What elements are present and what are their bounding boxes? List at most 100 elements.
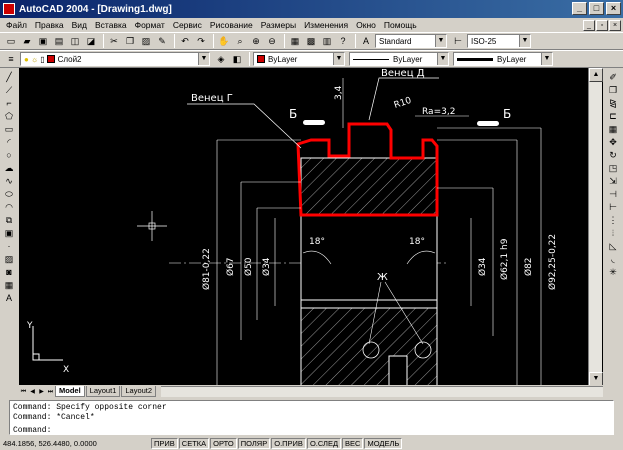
- horizontal-scrollbar[interactable]: [161, 386, 603, 397]
- line-icon[interactable]: ╱: [2, 71, 16, 84]
- tool-palettes-icon[interactable]: ▥: [320, 34, 334, 48]
- menu-modify[interactable]: Изменения: [300, 20, 352, 30]
- tab-layout1[interactable]: Layout1: [85, 386, 121, 397]
- layer-select[interactable]: ● ☼ ▯ Слой2 ▼: [20, 52, 210, 66]
- offset-icon[interactable]: ⊏: [606, 110, 620, 123]
- status-model[interactable]: МОДЕЛЬ: [364, 437, 403, 449]
- preview-icon[interactable]: ◫: [68, 34, 82, 48]
- explode-icon[interactable]: ✳: [606, 266, 620, 279]
- linetype-select[interactable]: ByLayer ▼: [349, 52, 449, 66]
- stretch-icon[interactable]: ⇲: [606, 175, 620, 188]
- rectangle-icon[interactable]: ▭: [2, 123, 16, 136]
- zoom-realtime-icon[interactable]: ⌕: [233, 34, 247, 48]
- properties-icon[interactable]: ▦: [288, 34, 302, 48]
- status-grid[interactable]: СЕТКА: [178, 437, 210, 449]
- tab-first-icon[interactable]: ⏮: [19, 387, 28, 397]
- arc-icon[interactable]: ◜: [2, 136, 16, 149]
- menu-view[interactable]: Вид: [68, 20, 91, 30]
- publish-icon[interactable]: ◪: [84, 34, 98, 48]
- menu-tools[interactable]: Сервис: [169, 20, 206, 30]
- ellipse-arc-icon[interactable]: ◠: [2, 201, 16, 214]
- color-select[interactable]: ByLayer ▼: [253, 52, 345, 66]
- break-at-point-icon[interactable]: ⋮: [606, 214, 620, 227]
- layer-previous-icon[interactable]: ◧: [230, 52, 244, 66]
- text-style-select[interactable]: Standard ▼: [375, 34, 447, 48]
- drawing-canvas[interactable]: Б Б Венец Г Венец Д 3,4 R10 Ra=3,2 Ø81-0…: [19, 68, 603, 386]
- dim-style-select[interactable]: ISO-25 ▼: [467, 34, 531, 48]
- ellipse-icon[interactable]: ⬭: [2, 188, 16, 201]
- copy-icon[interactable]: ❐: [123, 34, 137, 48]
- menu-insert[interactable]: Вставка: [91, 20, 131, 30]
- tab-layout2[interactable]: Layout2: [121, 386, 157, 397]
- status-osnap[interactable]: О.ПРИВ: [271, 437, 306, 449]
- paste-icon[interactable]: ▨: [139, 34, 153, 48]
- print-icon[interactable]: ▤: [52, 34, 66, 48]
- close-button[interactable]: ×: [606, 2, 621, 15]
- cut-icon[interactable]: ✂: [107, 34, 121, 48]
- erase-icon[interactable]: ✐: [606, 71, 620, 84]
- vertical-scrollbar[interactable]: ▲ ▼: [588, 68, 603, 386]
- command-window[interactable]: Command: Specify opposite corner Command…: [9, 400, 614, 435]
- rotate-icon[interactable]: ↻: [606, 149, 620, 162]
- layer-manager-icon[interactable]: ≡: [4, 52, 18, 66]
- fillet-icon[interactable]: ◟: [606, 253, 620, 266]
- break-icon[interactable]: ⦙: [606, 227, 620, 240]
- scale-icon[interactable]: ◳: [606, 162, 620, 175]
- polyline-icon[interactable]: ⌐: [2, 97, 16, 110]
- array-icon[interactable]: ▦: [606, 123, 620, 136]
- spline-icon[interactable]: ∿: [2, 175, 16, 188]
- scroll-down-icon[interactable]: ▼: [589, 372, 603, 386]
- polygon-icon[interactable]: ⬠: [2, 110, 16, 123]
- minimize-button[interactable]: _: [572, 2, 587, 15]
- move-icon[interactable]: ✥: [606, 136, 620, 149]
- make-current-layer-icon[interactable]: ◈: [214, 52, 228, 66]
- status-ortho[interactable]: ОРТО: [210, 437, 237, 449]
- insert-block-icon[interactable]: ⧉: [2, 214, 16, 227]
- doc-restore-button[interactable]: ▫: [596, 19, 608, 31]
- doc-minimize-button[interactable]: _: [583, 19, 595, 31]
- status-polar[interactable]: ПОЛЯР: [237, 437, 271, 449]
- tab-next-icon[interactable]: ▶: [37, 387, 46, 397]
- status-otrack[interactable]: О.СЛЕД: [306, 437, 342, 449]
- copy-object-icon[interactable]: ❐: [606, 84, 620, 97]
- extend-icon[interactable]: ⊢: [606, 201, 620, 214]
- menu-help[interactable]: Помощь: [380, 20, 421, 30]
- zoom-previous-icon[interactable]: ⊖: [265, 34, 279, 48]
- make-block-icon[interactable]: ▣: [2, 227, 16, 240]
- region-icon[interactable]: ◙: [2, 266, 16, 279]
- tab-prev-icon[interactable]: ◀: [28, 387, 37, 397]
- new-icon[interactable]: ▭: [4, 34, 18, 48]
- status-lineweight[interactable]: ВЕС: [342, 437, 364, 449]
- pan-icon[interactable]: ✋: [217, 34, 231, 48]
- doc-close-button[interactable]: ×: [609, 19, 621, 31]
- design-center-icon[interactable]: ▩: [304, 34, 318, 48]
- trim-icon[interactable]: ⊣: [606, 188, 620, 201]
- menu-edit[interactable]: Правка: [31, 20, 68, 30]
- menu-dimension[interactable]: Размеры: [257, 20, 300, 30]
- chamfer-icon[interactable]: ◺: [606, 240, 620, 253]
- construction-line-icon[interactable]: ⟋: [2, 84, 16, 97]
- save-icon[interactable]: ▣: [36, 34, 50, 48]
- mtext-icon[interactable]: A: [2, 292, 16, 305]
- menu-draw[interactable]: Рисование: [206, 20, 257, 30]
- menu-window[interactable]: Окно: [352, 20, 380, 30]
- maximize-button[interactable]: □: [589, 2, 604, 15]
- lineweight-select[interactable]: ByLayer ▼: [453, 52, 553, 66]
- tab-last-icon[interactable]: ⏭: [46, 387, 55, 397]
- match-properties-icon[interactable]: ✎: [155, 34, 169, 48]
- tab-model[interactable]: Model: [55, 386, 85, 397]
- mirror-icon[interactable]: ⧎: [606, 97, 620, 110]
- help-icon[interactable]: ?: [336, 34, 350, 48]
- undo-icon[interactable]: ↶: [178, 34, 192, 48]
- open-icon[interactable]: ▰: [20, 34, 34, 48]
- zoom-window-icon[interactable]: ⊕: [249, 34, 263, 48]
- revision-cloud-icon[interactable]: ☁: [2, 162, 16, 175]
- status-snap[interactable]: ПРИВ: [151, 437, 178, 449]
- point-icon[interactable]: ·: [2, 240, 16, 253]
- menu-file[interactable]: Файл: [2, 20, 31, 30]
- menu-format[interactable]: Формат: [131, 20, 169, 30]
- command-prompt[interactable]: Command:: [13, 426, 610, 436]
- table-icon[interactable]: ▦: [2, 279, 16, 292]
- redo-icon[interactable]: ↷: [194, 34, 208, 48]
- circle-icon[interactable]: ○: [2, 149, 16, 162]
